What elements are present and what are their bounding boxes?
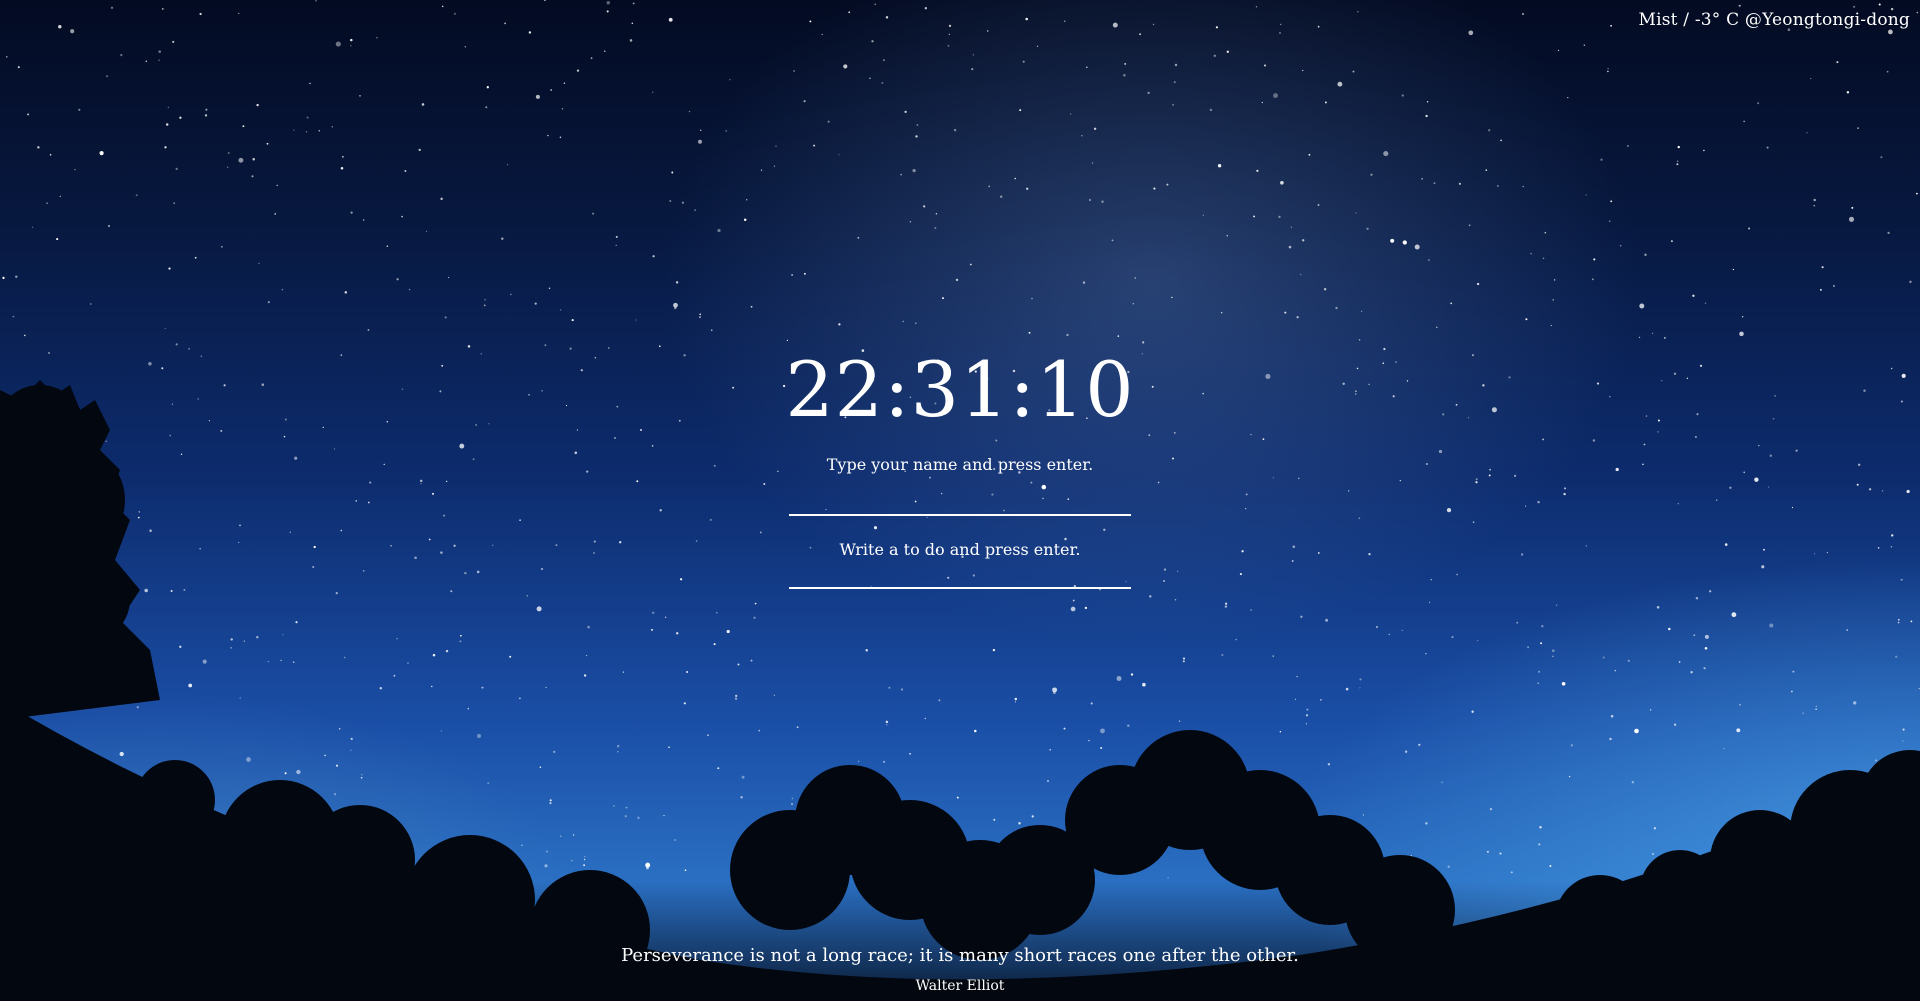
weather-location: Mist / -3° C @Yeongtongi-dong	[1638, 10, 1910, 30]
quote-author: Walter Elliot	[915, 978, 1005, 994]
name-input[interactable]	[789, 488, 1131, 516]
name-prompt: Type your name and press enter.	[826, 455, 1094, 474]
quote-text: Perseverance is not a long race; it is m…	[621, 945, 1299, 966]
todo-input[interactable]	[789, 561, 1131, 589]
clock: 22:31:10	[785, 345, 1135, 434]
todo-prompt: Write a to do and press enter.	[839, 540, 1081, 559]
